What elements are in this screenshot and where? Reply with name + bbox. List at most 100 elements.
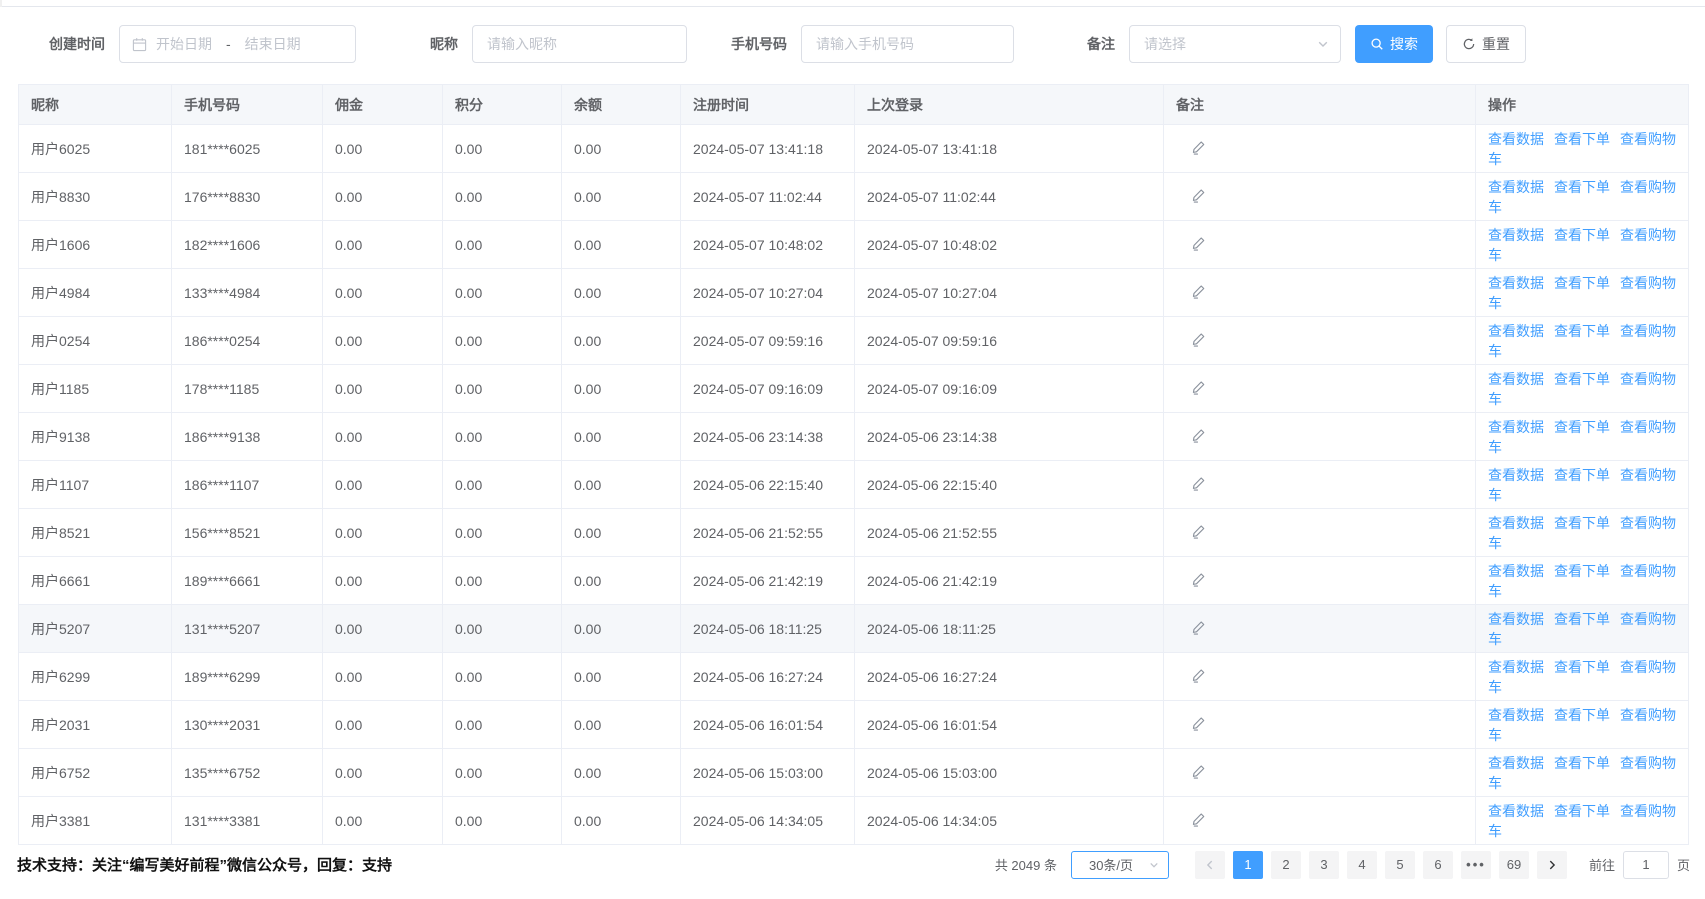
cell-balance: 0.00 bbox=[562, 653, 681, 701]
page-jump: 前往 页 bbox=[1589, 851, 1690, 879]
cell-phone: 133****4984 bbox=[172, 269, 323, 317]
view-order-link[interactable]: 查看下单 bbox=[1554, 179, 1610, 195]
pencil-icon[interactable] bbox=[1191, 812, 1206, 827]
pencil-icon[interactable] bbox=[1191, 716, 1206, 731]
column-header-remark: 备注 bbox=[1164, 85, 1476, 125]
view-data-link[interactable]: 查看数据 bbox=[1488, 707, 1544, 723]
pencil-icon[interactable] bbox=[1191, 668, 1206, 683]
cell-last-login: 2024-05-07 09:59:16 bbox=[855, 317, 1164, 365]
cell-commission: 0.00 bbox=[323, 461, 443, 509]
view-order-link[interactable]: 查看下单 bbox=[1554, 227, 1610, 243]
view-order-link[interactable]: 查看下单 bbox=[1554, 563, 1610, 579]
view-order-link[interactable]: 查看下单 bbox=[1554, 419, 1610, 435]
view-data-link[interactable]: 查看数据 bbox=[1488, 371, 1544, 387]
view-data-link[interactable]: 查看数据 bbox=[1488, 515, 1544, 531]
column-header-last-login: 上次登录 bbox=[855, 85, 1164, 125]
view-order-link[interactable]: 查看下单 bbox=[1554, 131, 1610, 147]
pencil-icon[interactable] bbox=[1191, 476, 1206, 491]
cell-phone: 182****1606 bbox=[172, 221, 323, 269]
cell-points: 0.00 bbox=[443, 413, 562, 461]
date-range-picker[interactable]: 开始日期 - 结束日期 bbox=[119, 25, 356, 63]
view-order-link[interactable]: 查看下单 bbox=[1554, 755, 1610, 771]
view-order-link[interactable]: 查看下单 bbox=[1554, 275, 1610, 291]
cell-actions: 查看数据查看下单查看购物车 bbox=[1476, 221, 1689, 269]
view-data-link[interactable]: 查看数据 bbox=[1488, 227, 1544, 243]
view-data-link[interactable]: 查看数据 bbox=[1488, 563, 1544, 579]
reset-button[interactable]: 重置 bbox=[1446, 25, 1526, 63]
cell-nickname: 用户6661 bbox=[19, 557, 172, 605]
view-order-link[interactable]: 查看下单 bbox=[1554, 659, 1610, 675]
pencil-icon[interactable] bbox=[1191, 764, 1206, 779]
pencil-icon[interactable] bbox=[1191, 188, 1206, 203]
cell-actions: 查看数据查看下单查看购物车 bbox=[1476, 269, 1689, 317]
cell-last-login: 2024-05-07 10:27:04 bbox=[855, 269, 1164, 317]
table-row: 用户4984 133****4984 0.00 0.00 0.00 2024-0… bbox=[19, 269, 1689, 317]
view-data-link[interactable]: 查看数据 bbox=[1488, 179, 1544, 195]
cell-nickname: 用户6299 bbox=[19, 653, 172, 701]
view-data-link[interactable]: 查看数据 bbox=[1488, 419, 1544, 435]
pencil-icon[interactable] bbox=[1191, 236, 1206, 251]
more-pages-button[interactable]: ••• bbox=[1461, 851, 1491, 879]
cell-phone: 131****5207 bbox=[172, 605, 323, 653]
prev-page-button[interactable] bbox=[1195, 851, 1225, 879]
table-row: 用户6661 189****6661 0.00 0.00 0.00 2024-0… bbox=[19, 557, 1689, 605]
cell-phone: 130****2031 bbox=[172, 701, 323, 749]
table-row: 用户3381 131****3381 0.00 0.00 0.00 2024-0… bbox=[19, 797, 1689, 845]
pencil-icon[interactable] bbox=[1191, 620, 1206, 635]
total-count: 共 2049 条 bbox=[995, 855, 1057, 874]
pencil-icon[interactable] bbox=[1191, 140, 1206, 155]
view-data-link[interactable]: 查看数据 bbox=[1488, 323, 1544, 339]
view-order-link[interactable]: 查看下单 bbox=[1554, 371, 1610, 387]
view-data-link[interactable]: 查看数据 bbox=[1488, 659, 1544, 675]
jump-label: 前往 bbox=[1589, 855, 1615, 874]
page-size-select[interactable]: 30条/页 bbox=[1071, 851, 1169, 879]
page-button-4[interactable]: 4 bbox=[1347, 851, 1377, 879]
view-data-link[interactable]: 查看数据 bbox=[1488, 131, 1544, 147]
pencil-icon[interactable] bbox=[1191, 284, 1206, 299]
cell-phone: 131****3381 bbox=[172, 797, 323, 845]
cell-last-login: 2024-05-07 11:02:44 bbox=[855, 173, 1164, 221]
end-date-placeholder[interactable]: 结束日期 bbox=[245, 34, 301, 54]
view-data-link[interactable]: 查看数据 bbox=[1488, 467, 1544, 483]
page-button-6[interactable]: 6 bbox=[1423, 851, 1453, 879]
view-order-link[interactable]: 查看下单 bbox=[1554, 803, 1610, 819]
page-button-3[interactable]: 3 bbox=[1309, 851, 1339, 879]
jump-page-input[interactable] bbox=[1623, 851, 1669, 879]
column-header-register-time: 注册时间 bbox=[681, 85, 855, 125]
pencil-icon[interactable] bbox=[1191, 428, 1206, 443]
next-page-button[interactable] bbox=[1537, 851, 1567, 879]
cell-actions: 查看数据查看下单查看购物车 bbox=[1476, 797, 1689, 845]
view-data-link[interactable]: 查看数据 bbox=[1488, 803, 1544, 819]
view-data-link[interactable]: 查看数据 bbox=[1488, 275, 1544, 291]
pencil-icon[interactable] bbox=[1191, 524, 1206, 539]
phone-input[interactable] bbox=[801, 25, 1014, 63]
cell-phone: 181****6025 bbox=[172, 125, 323, 173]
pencil-icon[interactable] bbox=[1191, 572, 1206, 587]
table-header-row: 昵称手机号码佣金积分余额注册时间上次登录备注操作 bbox=[19, 85, 1689, 125]
cell-actions: 查看数据查看下单查看购物车 bbox=[1476, 413, 1689, 461]
pencil-icon[interactable] bbox=[1191, 380, 1206, 395]
cell-actions: 查看数据查看下单查看购物车 bbox=[1476, 125, 1689, 173]
remark-select[interactable]: 请选择 bbox=[1129, 25, 1341, 63]
start-date-placeholder[interactable]: 开始日期 bbox=[156, 34, 212, 54]
view-order-link[interactable]: 查看下单 bbox=[1554, 515, 1610, 531]
cell-last-login: 2024-05-06 18:11:25 bbox=[855, 605, 1164, 653]
view-order-link[interactable]: 查看下单 bbox=[1554, 323, 1610, 339]
view-order-link[interactable]: 查看下单 bbox=[1554, 707, 1610, 723]
table-row: 用户1185 178****1185 0.00 0.00 0.00 2024-0… bbox=[19, 365, 1689, 413]
search-button[interactable]: 搜索 bbox=[1355, 25, 1433, 63]
table-row: 用户9138 186****9138 0.00 0.00 0.00 2024-0… bbox=[19, 413, 1689, 461]
cell-last-login: 2024-05-06 22:15:40 bbox=[855, 461, 1164, 509]
page-button-69[interactable]: 69 bbox=[1499, 851, 1529, 879]
view-order-link[interactable]: 查看下单 bbox=[1554, 467, 1610, 483]
cell-remark bbox=[1164, 413, 1476, 461]
page-button-2[interactable]: 2 bbox=[1271, 851, 1301, 879]
cell-remark bbox=[1164, 221, 1476, 269]
view-data-link[interactable]: 查看数据 bbox=[1488, 611, 1544, 627]
pencil-icon[interactable] bbox=[1191, 332, 1206, 347]
view-order-link[interactable]: 查看下单 bbox=[1554, 611, 1610, 627]
page-button-1[interactable]: 1 bbox=[1233, 851, 1263, 879]
view-data-link[interactable]: 查看数据 bbox=[1488, 755, 1544, 771]
page-button-5[interactable]: 5 bbox=[1385, 851, 1415, 879]
nickname-input[interactable] bbox=[472, 25, 687, 63]
